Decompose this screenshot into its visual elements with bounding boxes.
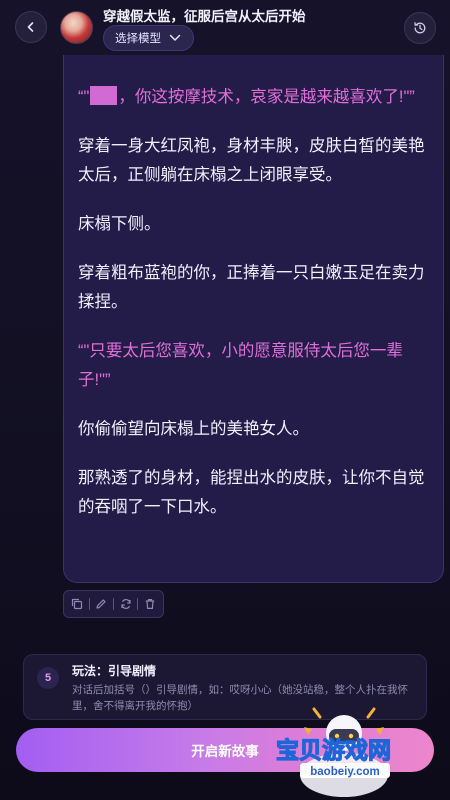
history-button[interactable] (404, 12, 436, 44)
tip-number-badge: 5 (37, 667, 59, 689)
chevron-left-icon (27, 22, 34, 32)
message-actions (63, 590, 164, 618)
story-paragraph-4: 穿着粗布蓝袍的你，正捧着一只白嫩玉足在卖力揉捏。 (78, 264, 425, 311)
tip-title: 玩法：引导剧情 (72, 664, 157, 678)
dialog-quote-open: “" (78, 88, 90, 106)
divider (88, 598, 90, 610)
chevron-down-icon (169, 34, 181, 41)
story-text: “" ，你这按摩技术，哀家是越来越喜欢了!"” 穿着一身大红凤袍，身材丰腴，皮肤白… (78, 83, 432, 542)
story-paragraph-1: “" ，你这按摩技术，哀家是越来越喜欢了!"” (78, 83, 432, 112)
story-paragraph-6: 你偷偷望向床榻上的美艳女人。 (78, 420, 309, 438)
delete-icon[interactable] (144, 598, 156, 610)
history-icon (414, 22, 426, 34)
story-paragraph-2: 穿着一身大红凤袍，身材丰腴，皮肤白皙的美艳太后，正侧躺在床榻之上闭眼享受。 (78, 137, 425, 184)
redacted-name-block (90, 86, 118, 105)
page-title: 穿越假太监，征服后宫从太后开始 (103, 9, 306, 24)
dialog-text: ，你这按摩技术，哀家是越来越喜欢了!"” (118, 88, 415, 106)
story-paragraph-3: 床榻下侧。 (78, 215, 161, 233)
story-message-card: “" ，你这按摩技术，哀家是越来越喜欢了!"” 穿着一身大红凤袍，身材丰腴，皮肤白… (63, 55, 444, 583)
character-avatar[interactable] (60, 11, 93, 44)
refresh-icon[interactable] (120, 598, 132, 610)
select-model-label: 选择模型 (115, 33, 161, 45)
top-bar: 穿越假太监，征服后宫从太后开始 选择模型 (0, 0, 450, 56)
story-paragraph-5: “"只要太后您喜欢，小的愿意服侍太后您一辈子!"” (78, 342, 403, 389)
watermark-url: baobeiy.com (310, 766, 379, 778)
divider (137, 598, 139, 610)
start-new-story-label: 开启新故事 (191, 744, 259, 759)
watermark-brand: 宝贝游戏网 (276, 737, 391, 763)
select-model-button[interactable]: 选择模型 (103, 25, 194, 51)
watermark-logo: 宝贝游戏网 baobeiy.com (275, 707, 392, 797)
story-paragraph-7: 那熟透了的身材，能捏出水的皮肤，让你不自觉的吞咽了一下口水。 (78, 469, 425, 516)
edit-icon[interactable] (95, 598, 107, 610)
copy-icon[interactable] (71, 598, 83, 610)
divider (112, 598, 114, 610)
back-button[interactable] (15, 11, 47, 43)
